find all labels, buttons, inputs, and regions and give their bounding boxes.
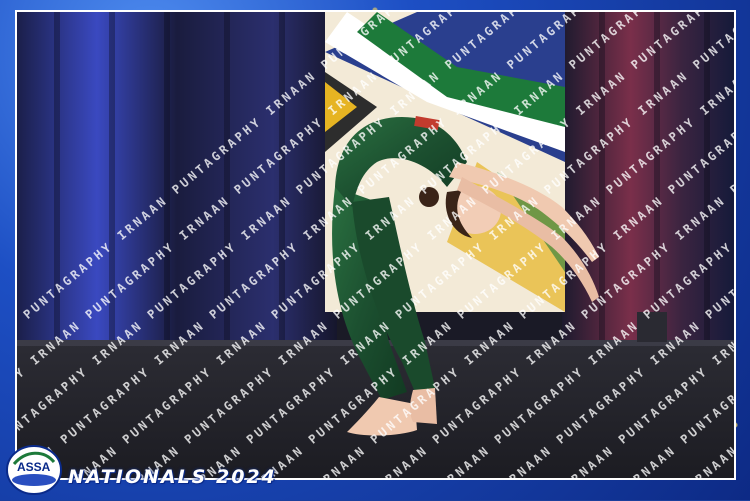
left-curtain — [17, 12, 337, 352]
event-title: NATIONALS 2024 — [68, 466, 277, 488]
dance-photo: IRNAAN PUNTAGRAPHY IRNAAN PUNTAGRAPHY IR… — [15, 10, 736, 480]
assa-logo: ASSA — [4, 440, 64, 496]
stage-scene — [17, 12, 734, 478]
logo-text: ASSA — [17, 460, 51, 474]
